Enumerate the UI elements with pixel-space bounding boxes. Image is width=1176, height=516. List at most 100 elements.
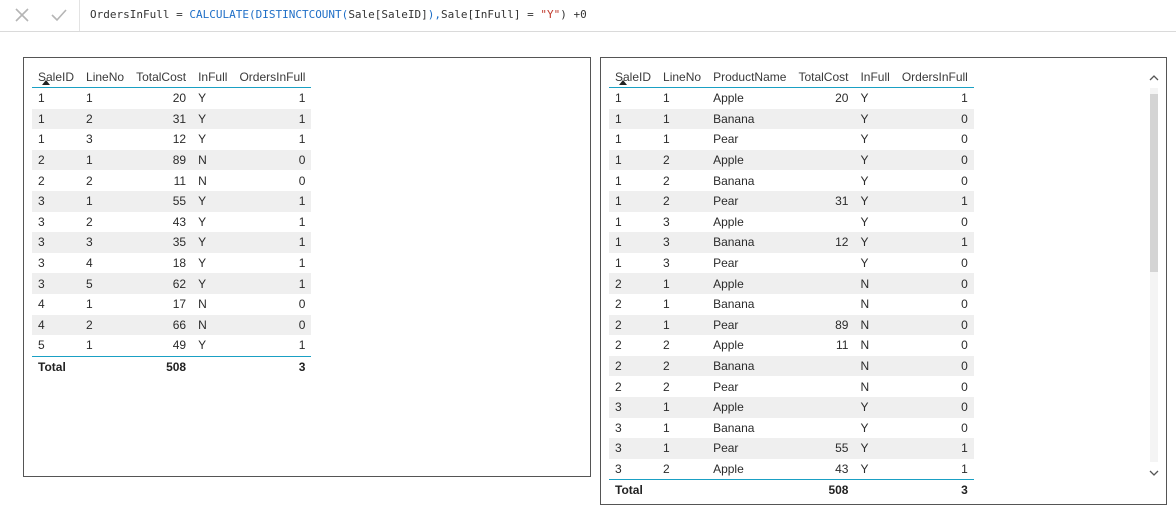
table-cell: N	[192, 314, 234, 336]
left-table-visual[interactable]: SaleID LineNo TotalCost InFull OrdersInF…	[23, 57, 591, 477]
table-cell: 3	[615, 461, 622, 476]
cancel-formula-button[interactable]	[4, 3, 40, 27]
total-cell	[80, 355, 131, 377]
table-row[interactable]: 1 1 20 Y 1	[32, 88, 311, 109]
table-cell: Apple	[713, 91, 744, 106]
table-cell: Banana	[707, 108, 793, 130]
table-cell: 2	[657, 149, 708, 171]
table-cell: 1	[298, 91, 306, 106]
table-cell: 3	[663, 214, 670, 229]
table-row[interactable]: 1 2 31 Y 1	[32, 108, 312, 130]
formula-operator: =	[520, 8, 541, 21]
table-row[interactable]: 2 1 Apple N 0	[609, 273, 974, 294]
col-header-saleid[interactable]: SaleID	[32, 66, 81, 88]
table-cell: 2	[615, 338, 622, 353]
formula-tail: ) +0	[560, 8, 587, 21]
table-cell: Apple	[707, 273, 793, 294]
table-row[interactable]: 1 3 Banana 12 Y 1	[609, 232, 974, 253]
table-cell: 2	[663, 461, 670, 476]
formula-input[interactable]: OrdersInFull = CALCULATE(DISTINCTCOUNT(S…	[90, 8, 587, 21]
table-cell: 1	[895, 190, 974, 212]
table-cell: 1	[233, 190, 312, 212]
table-row[interactable]: 2 2 Banana N 0	[609, 355, 974, 377]
table-cell: 2	[663, 338, 670, 353]
table-cell: 89	[792, 314, 855, 336]
table-cell: Y	[860, 132, 869, 147]
col-header-lineno[interactable]: LineNo	[80, 66, 131, 88]
table-row[interactable]: 3 4 18 Y 1	[32, 253, 311, 274]
vertical-scrollbar[interactable]	[1147, 66, 1161, 480]
table-cell: 1	[615, 214, 622, 229]
col-header-ordersinfull[interactable]: OrdersInFull	[895, 66, 974, 88]
table-cell: 0	[895, 396, 974, 418]
table-row[interactable]: 2 1 89 N 0	[32, 149, 312, 171]
table-cell: 1	[657, 396, 708, 418]
table-row[interactable]: 5 1 49 Y 1	[32, 335, 311, 356]
col-header-totalcost[interactable]: TotalCost	[792, 66, 855, 88]
table-row[interactable]: 1 1 Banana Y 0	[609, 108, 974, 130]
table-cell: 12	[172, 132, 187, 147]
table-row[interactable]: 1 1 Apple 20 Y 1	[609, 88, 974, 109]
scroll-thumb[interactable]	[1150, 94, 1158, 272]
table-cell: 1	[233, 108, 312, 130]
table-cell: Apple	[713, 214, 744, 229]
table-row[interactable]: 4 2 66 N 0	[32, 314, 312, 336]
right-table-visual[interactable]: SaleID LineNo ProductName TotalCost InFu…	[600, 57, 1167, 505]
table-cell: 0	[233, 149, 312, 171]
table-row[interactable]: 3 1 Banana Y 0	[609, 418, 974, 439]
table-row[interactable]: 3 1 Pear 55 Y 1	[609, 438, 974, 459]
table-cell: Banana	[707, 355, 793, 377]
header-row: SaleID LineNo ProductName TotalCost InFu…	[609, 66, 974, 88]
table-row[interactable]: 3 1 55 Y 1	[32, 190, 312, 212]
table-row[interactable]: 2 2 Pear N 0	[609, 376, 974, 397]
col-header-productname[interactable]: ProductName	[707, 66, 793, 88]
table-row[interactable]: 4 1 17 N 0	[32, 294, 311, 315]
table-row[interactable]: 2 2 Apple 11 N 0	[609, 335, 974, 356]
table-cell: 31	[130, 108, 193, 130]
commit-formula-button[interactable]	[41, 3, 77, 27]
col-header-saleid[interactable]: SaleID	[609, 66, 658, 88]
col-header-totalcost[interactable]: TotalCost	[130, 66, 193, 88]
formula-bar-divider	[79, 0, 80, 31]
table-row[interactable]: 1 3 Apple Y 0	[609, 212, 974, 233]
table-row[interactable]: 3 3 35 Y 1	[32, 232, 312, 253]
table-row[interactable]: 1 2 Banana Y 0	[609, 170, 974, 191]
table-cell: 1	[298, 256, 306, 271]
table-row[interactable]: 1 3 Pear Y 0	[609, 253, 974, 274]
total-cell	[707, 479, 793, 501]
chevron-down-icon[interactable]	[1147, 466, 1161, 480]
table-cell: Banana	[707, 232, 793, 253]
col-header-infull[interactable]: InFull	[192, 66, 234, 88]
table-row[interactable]: 3 1 Apple Y 0	[609, 396, 974, 418]
table-cell: 2	[86, 214, 93, 229]
table-cell: Y	[192, 108, 234, 130]
table-cell: 3	[609, 396, 658, 418]
table-row[interactable]: 1 3 12 Y 1	[32, 129, 311, 150]
col-header-infull[interactable]: InFull	[854, 66, 896, 88]
table-row[interactable]: 1 2 Pear 31 Y 1	[609, 190, 974, 212]
table-row[interactable]: 1 2 Apple Y 0	[609, 149, 974, 171]
table-row[interactable]: 1 1 Pear Y 0	[609, 129, 974, 150]
table-row[interactable]: 2 1 Banana N 0	[609, 294, 974, 315]
table-cell	[792, 355, 855, 377]
scroll-track[interactable]	[1150, 88, 1158, 462]
table-cell: 35	[130, 232, 193, 253]
table-row[interactable]: 2 1 Pear 89 N 0	[609, 314, 974, 336]
table-cell: Y	[860, 256, 869, 271]
col-header-lineno[interactable]: LineNo	[657, 66, 708, 88]
table-row[interactable]: 3 5 62 Y 1	[32, 273, 312, 294]
table-cell	[792, 294, 854, 315]
table-cell: 1	[657, 314, 708, 336]
col-header-ordersinfull[interactable]: OrdersInFull	[233, 66, 312, 88]
table-row[interactable]: 3 2 43 Y 1	[32, 212, 311, 233]
table-cell: 12	[792, 232, 855, 253]
table-cell: Y	[198, 214, 207, 229]
table-row[interactable]: 3 2 Apple 43 Y 1	[609, 459, 974, 480]
table-cell: 0	[961, 173, 968, 188]
chevron-up-icon[interactable]	[1147, 70, 1161, 84]
table-cell: Banana	[713, 173, 755, 188]
table-row[interactable]: 2 2 11 N 0	[32, 170, 311, 191]
table-cell: Y	[860, 214, 869, 229]
table-cell: 2	[609, 314, 658, 336]
table-cell: Apple	[707, 149, 793, 171]
